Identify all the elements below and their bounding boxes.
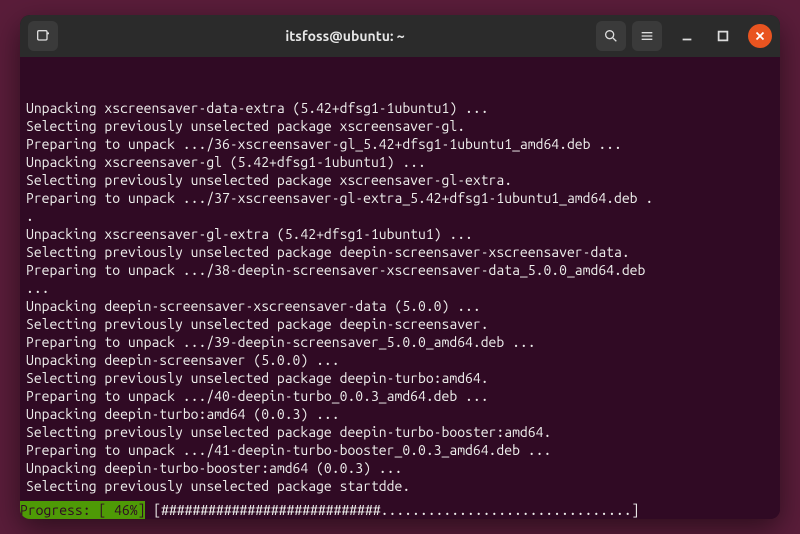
terminal-line: Preparing to unpack .../38-deepin-screen… bbox=[26, 261, 774, 279]
terminal-line: Unpacking xscreensaver-gl (5.42+dfsg1-1u… bbox=[26, 153, 774, 171]
terminal-line: Selecting previously unselected package … bbox=[26, 477, 774, 495]
terminal-line: Selecting previously unselected package … bbox=[26, 369, 774, 387]
terminal-line: Selecting previously unselected package … bbox=[26, 315, 774, 333]
new-tab-icon bbox=[35, 28, 51, 44]
apt-progress-label: Progress: [ 46%] bbox=[20, 501, 145, 519]
terminal-output: Unpacking xscreensaver-data-extra (5.42+… bbox=[26, 99, 774, 495]
minimize-button[interactable] bbox=[676, 25, 698, 47]
apt-progress-bar: [############################...........… bbox=[145, 502, 647, 518]
hamburger-icon bbox=[639, 28, 655, 44]
terminal-line: Unpacking deepin-screensaver (5.0.0) ... bbox=[26, 351, 774, 369]
terminal-line: ... bbox=[26, 279, 774, 297]
terminal-line: Selecting previously unselected package … bbox=[26, 243, 774, 261]
terminal-line: Unpacking xscreensaver-data-extra (5.42+… bbox=[26, 99, 774, 117]
close-icon bbox=[753, 29, 767, 43]
terminal-line: Unpacking deepin-turbo:amd64 (0.0.3) ... bbox=[26, 405, 774, 423]
terminal-line: Preparing to unpack .../37-xscreensaver-… bbox=[26, 189, 774, 207]
terminal-line: Preparing to unpack .../36-xscreensaver-… bbox=[26, 135, 774, 153]
terminal-line: Preparing to unpack .../40-deepin-turbo_… bbox=[26, 387, 774, 405]
menu-button[interactable] bbox=[632, 21, 662, 51]
apt-progress-row: Progress: [ 46%] [######################… bbox=[20, 501, 780, 519]
terminal-line: Preparing to unpack .../41-deepin-turbo-… bbox=[26, 441, 774, 459]
terminal-line: Selecting previously unselected package … bbox=[26, 117, 774, 135]
terminal-line: . bbox=[26, 207, 774, 225]
terminal-line: Preparing to unpack .../39-deepin-screen… bbox=[26, 333, 774, 351]
terminal-line: Unpacking deepin-screensaver-xscreensave… bbox=[26, 297, 774, 315]
terminal-line: Unpacking xscreensaver-gl-extra (5.42+df… bbox=[26, 225, 774, 243]
terminal-window: itsfoss@ubuntu: ~ bbox=[20, 15, 780, 519]
search-button[interactable] bbox=[596, 21, 626, 51]
window-title: itsfoss@ubuntu: ~ bbox=[138, 28, 552, 44]
titlebar: itsfoss@ubuntu: ~ bbox=[20, 15, 780, 57]
search-icon bbox=[603, 28, 619, 44]
terminal-line: Selecting previously unselected package … bbox=[26, 423, 774, 441]
terminal-line: Unpacking deepin-turbo-booster:amd64 (0.… bbox=[26, 459, 774, 477]
terminal-line: Selecting previously unselected package … bbox=[26, 171, 774, 189]
new-tab-button[interactable] bbox=[28, 21, 58, 51]
minimize-icon bbox=[680, 29, 694, 43]
maximize-button[interactable] bbox=[712, 25, 734, 47]
maximize-icon bbox=[716, 29, 730, 43]
close-button[interactable] bbox=[748, 24, 772, 48]
terminal-body[interactable]: Unpacking xscreensaver-data-extra (5.42+… bbox=[20, 57, 780, 519]
